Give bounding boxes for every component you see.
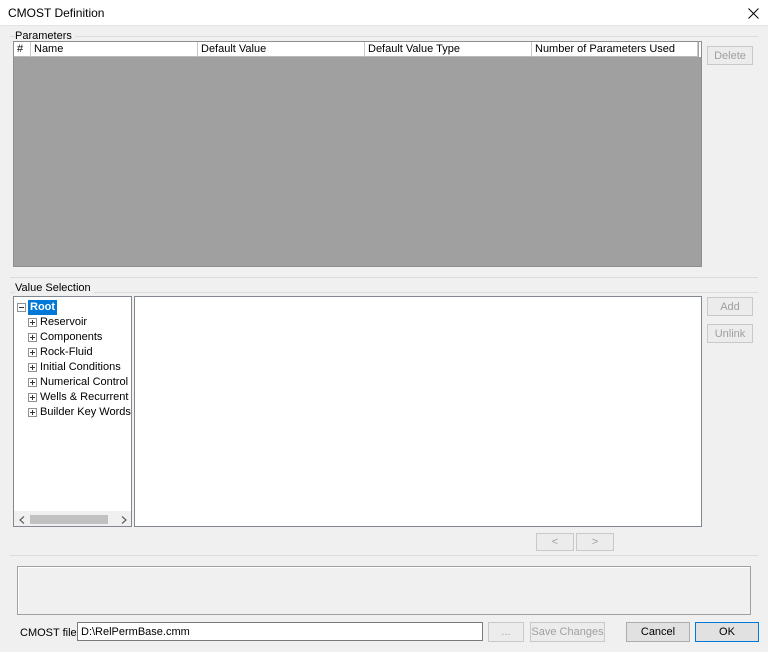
tree-node-label: Components bbox=[40, 331, 103, 343]
collapse-icon[interactable] bbox=[17, 303, 26, 312]
tree-horizontal-scrollbar[interactable] bbox=[14, 511, 131, 526]
scrollbar-thumb[interactable] bbox=[30, 515, 108, 524]
cmost-file-input[interactable] bbox=[77, 622, 483, 641]
expand-icon[interactable] bbox=[28, 378, 37, 387]
value-list-pane[interactable] bbox=[134, 296, 702, 527]
tree-node-label: Rock-Fluid bbox=[40, 346, 93, 358]
tree-node-label: Numerical Control bbox=[40, 376, 129, 388]
parameters-grid[interactable]: # Name Default Value Default Value Type … bbox=[13, 41, 702, 267]
tree-node-components[interactable]: Components bbox=[14, 330, 131, 345]
expand-icon[interactable] bbox=[28, 348, 37, 357]
value-selection-section-label: Value Selection bbox=[15, 282, 94, 294]
expand-icon[interactable] bbox=[28, 333, 37, 342]
tree-node-label: Initial Conditions bbox=[40, 361, 121, 373]
close-button[interactable] bbox=[738, 0, 768, 26]
message-area bbox=[17, 566, 751, 615]
save-changes-button[interactable]: Save Changes bbox=[530, 622, 605, 642]
tree-node-label: Builder Key Words bbox=[40, 406, 131, 418]
window-title: CMOST Definition bbox=[8, 6, 105, 20]
tree-node-root-label: Root bbox=[28, 300, 58, 315]
title-bar: CMOST Definition bbox=[0, 0, 768, 26]
grid-header-edge bbox=[698, 42, 701, 57]
previous-button[interactable]: < bbox=[536, 533, 574, 551]
tree-node-initial-conditions[interactable]: Initial Conditions bbox=[14, 360, 131, 375]
tree-node-label: Wells & Recurrent bbox=[40, 391, 129, 403]
browse-button[interactable]: ... bbox=[488, 622, 524, 642]
column-header-default-value-type[interactable]: Default Value Type bbox=[365, 42, 532, 57]
expand-icon[interactable] bbox=[28, 408, 37, 417]
delete-button[interactable]: Delete bbox=[707, 46, 753, 65]
expand-icon[interactable] bbox=[28, 363, 37, 372]
close-icon bbox=[747, 7, 759, 19]
scroll-right-icon[interactable] bbox=[116, 512, 131, 527]
column-header-number[interactable]: # bbox=[14, 42, 31, 57]
cancel-button[interactable]: Cancel bbox=[626, 622, 690, 642]
tree-node-label: Reservoir bbox=[40, 316, 88, 328]
tree-node-numerical-control[interactable]: Numerical Control bbox=[14, 375, 131, 390]
next-button[interactable]: > bbox=[576, 533, 614, 551]
tree-node-reservoir[interactable]: Reservoir bbox=[14, 315, 131, 330]
expand-icon[interactable] bbox=[28, 393, 37, 402]
scroll-left-icon[interactable] bbox=[14, 512, 29, 527]
unlink-button[interactable]: Unlink bbox=[707, 324, 753, 343]
cmost-file-label: CMOST file: bbox=[20, 627, 80, 639]
ok-button[interactable]: OK bbox=[695, 622, 759, 642]
value-tree[interactable]: Root Reservoir Components Rock-Fluid Ini… bbox=[13, 296, 132, 527]
column-header-name[interactable]: Name bbox=[31, 42, 198, 57]
tree-node-root[interactable]: Root bbox=[14, 300, 131, 315]
column-header-parameters-used[interactable]: Number of Parameters Used bbox=[532, 42, 698, 57]
add-button[interactable]: Add bbox=[707, 297, 753, 316]
tree-node-rock-fluid[interactable]: Rock-Fluid bbox=[14, 345, 131, 360]
parameters-grid-header: # Name Default Value Default Value Type … bbox=[14, 42, 698, 57]
tree-node-wells-recurrent[interactable]: Wells & Recurrent bbox=[14, 390, 131, 405]
column-header-default-value[interactable]: Default Value bbox=[198, 42, 365, 57]
expand-icon[interactable] bbox=[28, 318, 37, 327]
tree-node-builder-key-words[interactable]: Builder Key Words bbox=[14, 405, 131, 420]
